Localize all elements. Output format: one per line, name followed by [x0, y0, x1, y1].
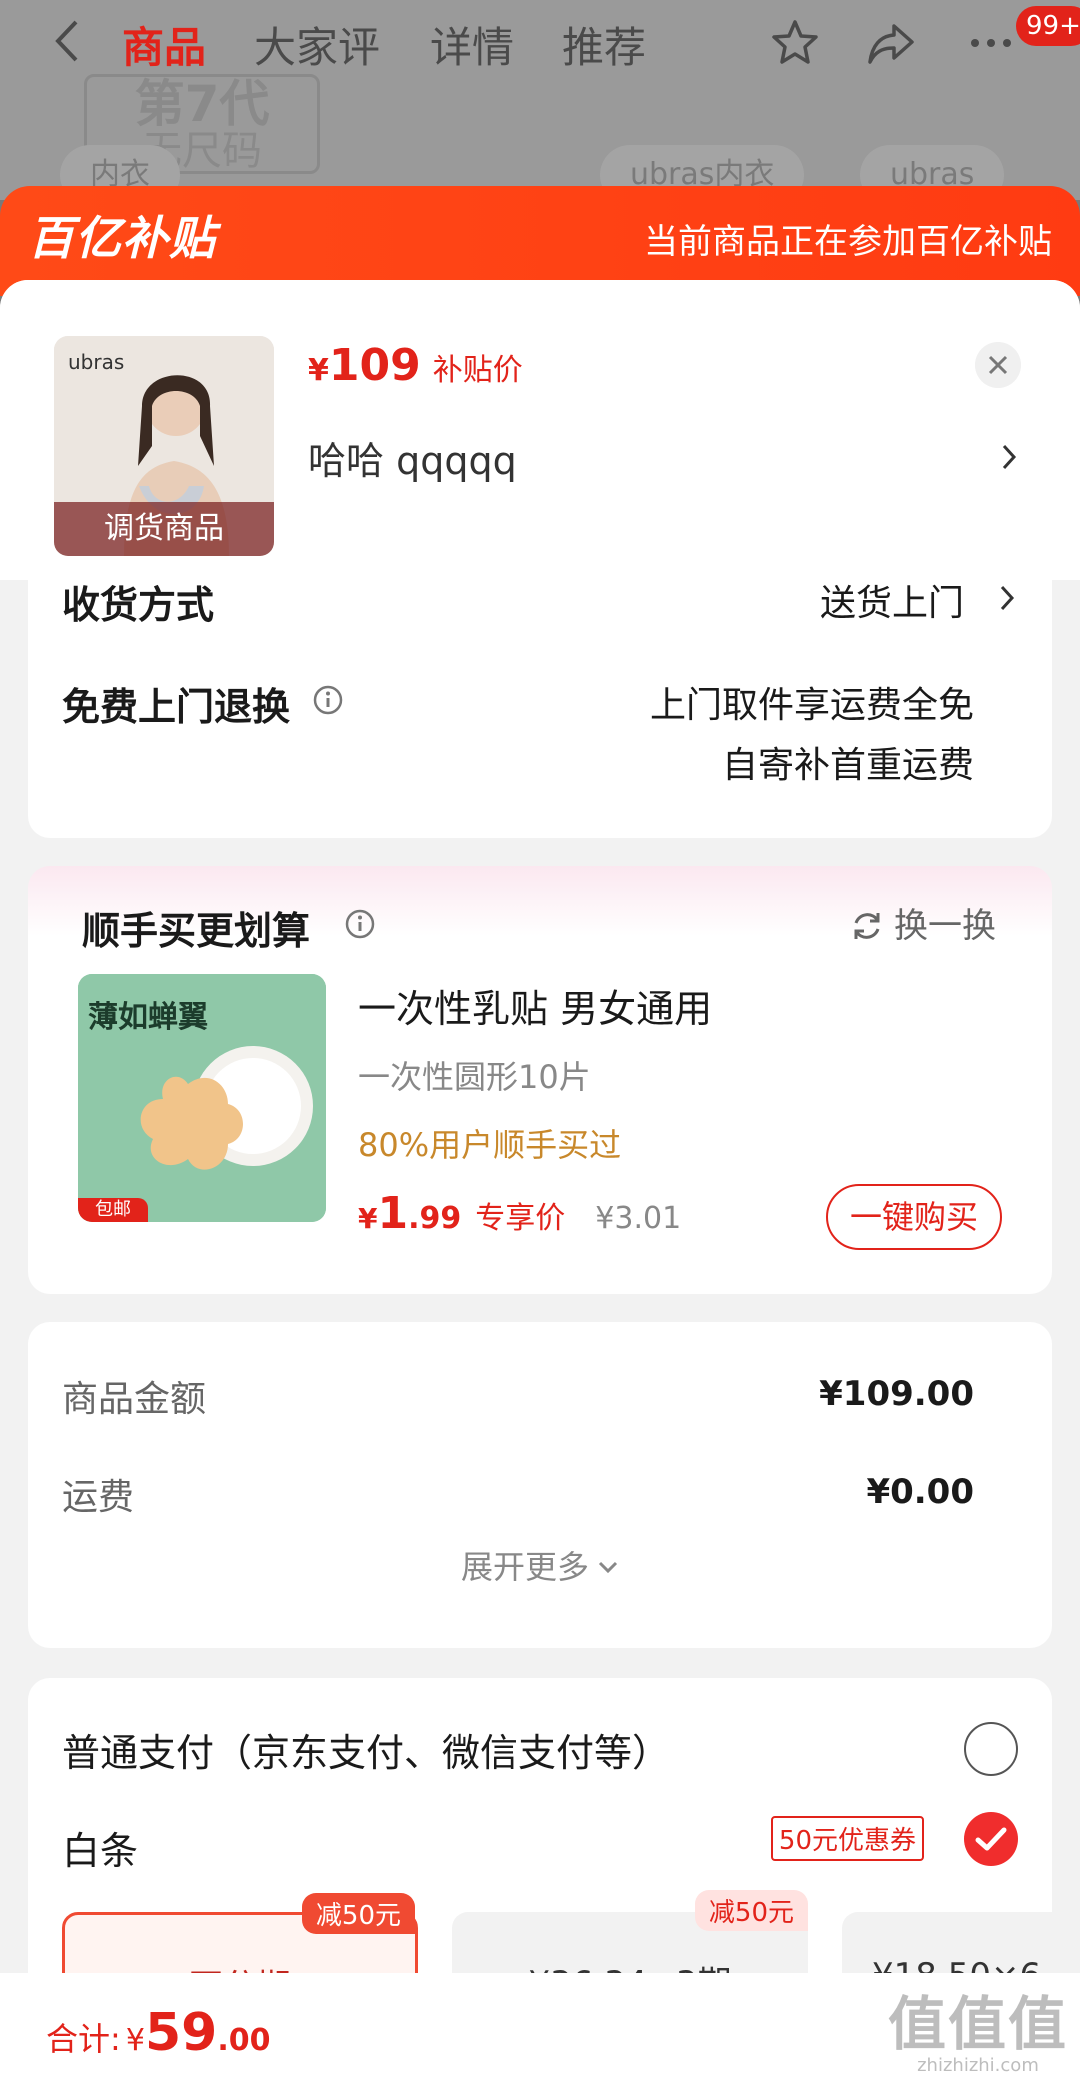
- original-price: ¥3.01: [595, 1201, 682, 1236]
- subsidy-note: 当前商品正在参加百亿补贴: [644, 222, 1052, 262]
- total-label: 合计:: [46, 2020, 121, 2058]
- addon-price: ¥1.99 专享价 ¥3.01: [358, 1188, 681, 1239]
- freight-value: ¥0.00: [866, 1472, 974, 1512]
- price-value: 109: [328, 340, 421, 391]
- exclusive-price-label: 专享价: [475, 1201, 566, 1236]
- share-icon[interactable]: [866, 18, 916, 68]
- info-icon[interactable]: [312, 684, 344, 716]
- tab-reviews[interactable]: 大家评: [254, 14, 380, 75]
- one-click-buy-button[interactable]: 一键购买: [826, 1184, 1002, 1250]
- shipping-method-label: 收货方式: [62, 583, 215, 627]
- expand-more-label: 展开更多: [460, 1548, 589, 1586]
- currency-symbol: ¥: [125, 2023, 145, 2058]
- shipping-method-value[interactable]: 送货上门: [820, 574, 964, 626]
- order-total: 合计: ¥59.00: [46, 2003, 271, 2063]
- free-shipping-tag: 包邮: [78, 1198, 148, 1222]
- subsidy-logo: 百亿补贴: [28, 211, 216, 265]
- discount-tag: 减50元: [694, 1890, 808, 1931]
- normal-payment-radio[interactable]: [964, 1722, 1018, 1776]
- shipping-card: 收货方式 送货上门 免费上门退换 上门取件享运费全免 自寄补首重运费: [28, 580, 1052, 838]
- top-navigation: 商品 大家评 详情 推荐 99+: [0, 0, 1080, 90]
- chevron-right-icon[interactable]: [998, 583, 1016, 613]
- check-icon: [975, 1827, 1007, 1851]
- watermark-url: zhizhizhi.com: [917, 2055, 1039, 2076]
- order-sheet: ubras 调货商品 ¥109 补贴价 哈哈 qqqqq 收货方式 送货上门 免费…: [0, 280, 1080, 2097]
- addon-image-title: 薄如蝉翼: [88, 1000, 208, 1035]
- baitiao-radio[interactable]: [964, 1812, 1018, 1866]
- addon-popularity: 80%用户顺手买过: [358, 1126, 622, 1164]
- addon-product-image[interactable]: 薄如蝉翼 包邮: [78, 974, 326, 1222]
- goods-amount-value: ¥109.00: [819, 1374, 974, 1414]
- free-return-line1: 上门取件享运费全免: [649, 685, 974, 726]
- chevron-down-icon: [598, 1561, 618, 1574]
- chevron-right-icon[interactable]: [1000, 442, 1018, 472]
- product-brand: ubras: [68, 350, 125, 374]
- price-summary-card: 商品金额 ¥109.00 运费 ¥0.00 展开更多: [28, 1322, 1052, 1648]
- tab-product[interactable]: 商品: [122, 14, 206, 75]
- price-label: 补贴价: [432, 353, 523, 388]
- product-card: ubras 调货商品 ¥109 补贴价 哈哈 qqqqq: [0, 280, 1080, 580]
- addon-product-name[interactable]: 一次性乳贴 男女通用: [358, 978, 712, 1033]
- addon-title: 顺手买更划算: [82, 909, 311, 953]
- coupon-badge: 50元优惠券: [770, 1816, 924, 1861]
- price-decimal: .99: [408, 1201, 462, 1236]
- addon-product-spec: 一次性圆形10片: [358, 1058, 591, 1096]
- message-count-badge: 99+: [1016, 6, 1080, 46]
- freight-label: 运费: [62, 1477, 135, 1518]
- watermark-text: 值值值: [887, 1990, 1068, 2058]
- free-return-line2: 自寄补首重运费: [721, 745, 974, 786]
- bottom-checkout-bar: 合计: ¥59.00 值值值 zhizhizhi.com: [0, 1973, 1080, 2097]
- total-integer: 59: [144, 2003, 218, 2063]
- refresh-icon: [854, 913, 880, 939]
- product-tag: 调货商品: [54, 502, 274, 556]
- swap-button[interactable]: 换一换: [850, 898, 996, 947]
- product-image[interactable]: ubras 调货商品: [54, 336, 274, 556]
- addon-recommend-card: 顺手买更划算 换一换 薄如蝉翼 包邮 一次性乳贴 男女通用 一次性圆形10片 8…: [28, 866, 1052, 1294]
- discount-tag: 减50元: [301, 1893, 415, 1934]
- goods-amount-label: 商品金额: [62, 1379, 207, 1420]
- info-icon[interactable]: [344, 908, 376, 940]
- swap-label: 换一换: [894, 906, 996, 946]
- tab-recommend[interactable]: 推荐: [562, 14, 646, 75]
- baitiao-label[interactable]: 白条: [62, 1820, 138, 1875]
- free-return-label: 免费上门退换: [62, 685, 291, 729]
- watermark-logo: 值值值 zhizhizhi.com: [888, 1993, 1068, 2076]
- currency-symbol: ¥: [358, 1202, 378, 1235]
- more-icon[interactable]: [966, 18, 1016, 68]
- expand-more-button[interactable]: 展开更多: [28, 1542, 1052, 1588]
- total-decimal: .00: [217, 2023, 271, 2058]
- price-integer: 1: [377, 1188, 409, 1239]
- delivery-address[interactable]: 哈哈 qqqqq: [308, 430, 517, 485]
- normal-payment-label[interactable]: 普通支付（京东支付、微信支付等）: [62, 1722, 670, 1777]
- currency-symbol: ¥: [308, 353, 329, 388]
- close-icon[interactable]: [975, 342, 1021, 388]
- star-icon[interactable]: [770, 18, 820, 68]
- product-price: ¥109 补贴价: [308, 340, 523, 391]
- tab-details[interactable]: 详情: [430, 14, 514, 75]
- back-icon[interactable]: [54, 18, 80, 64]
